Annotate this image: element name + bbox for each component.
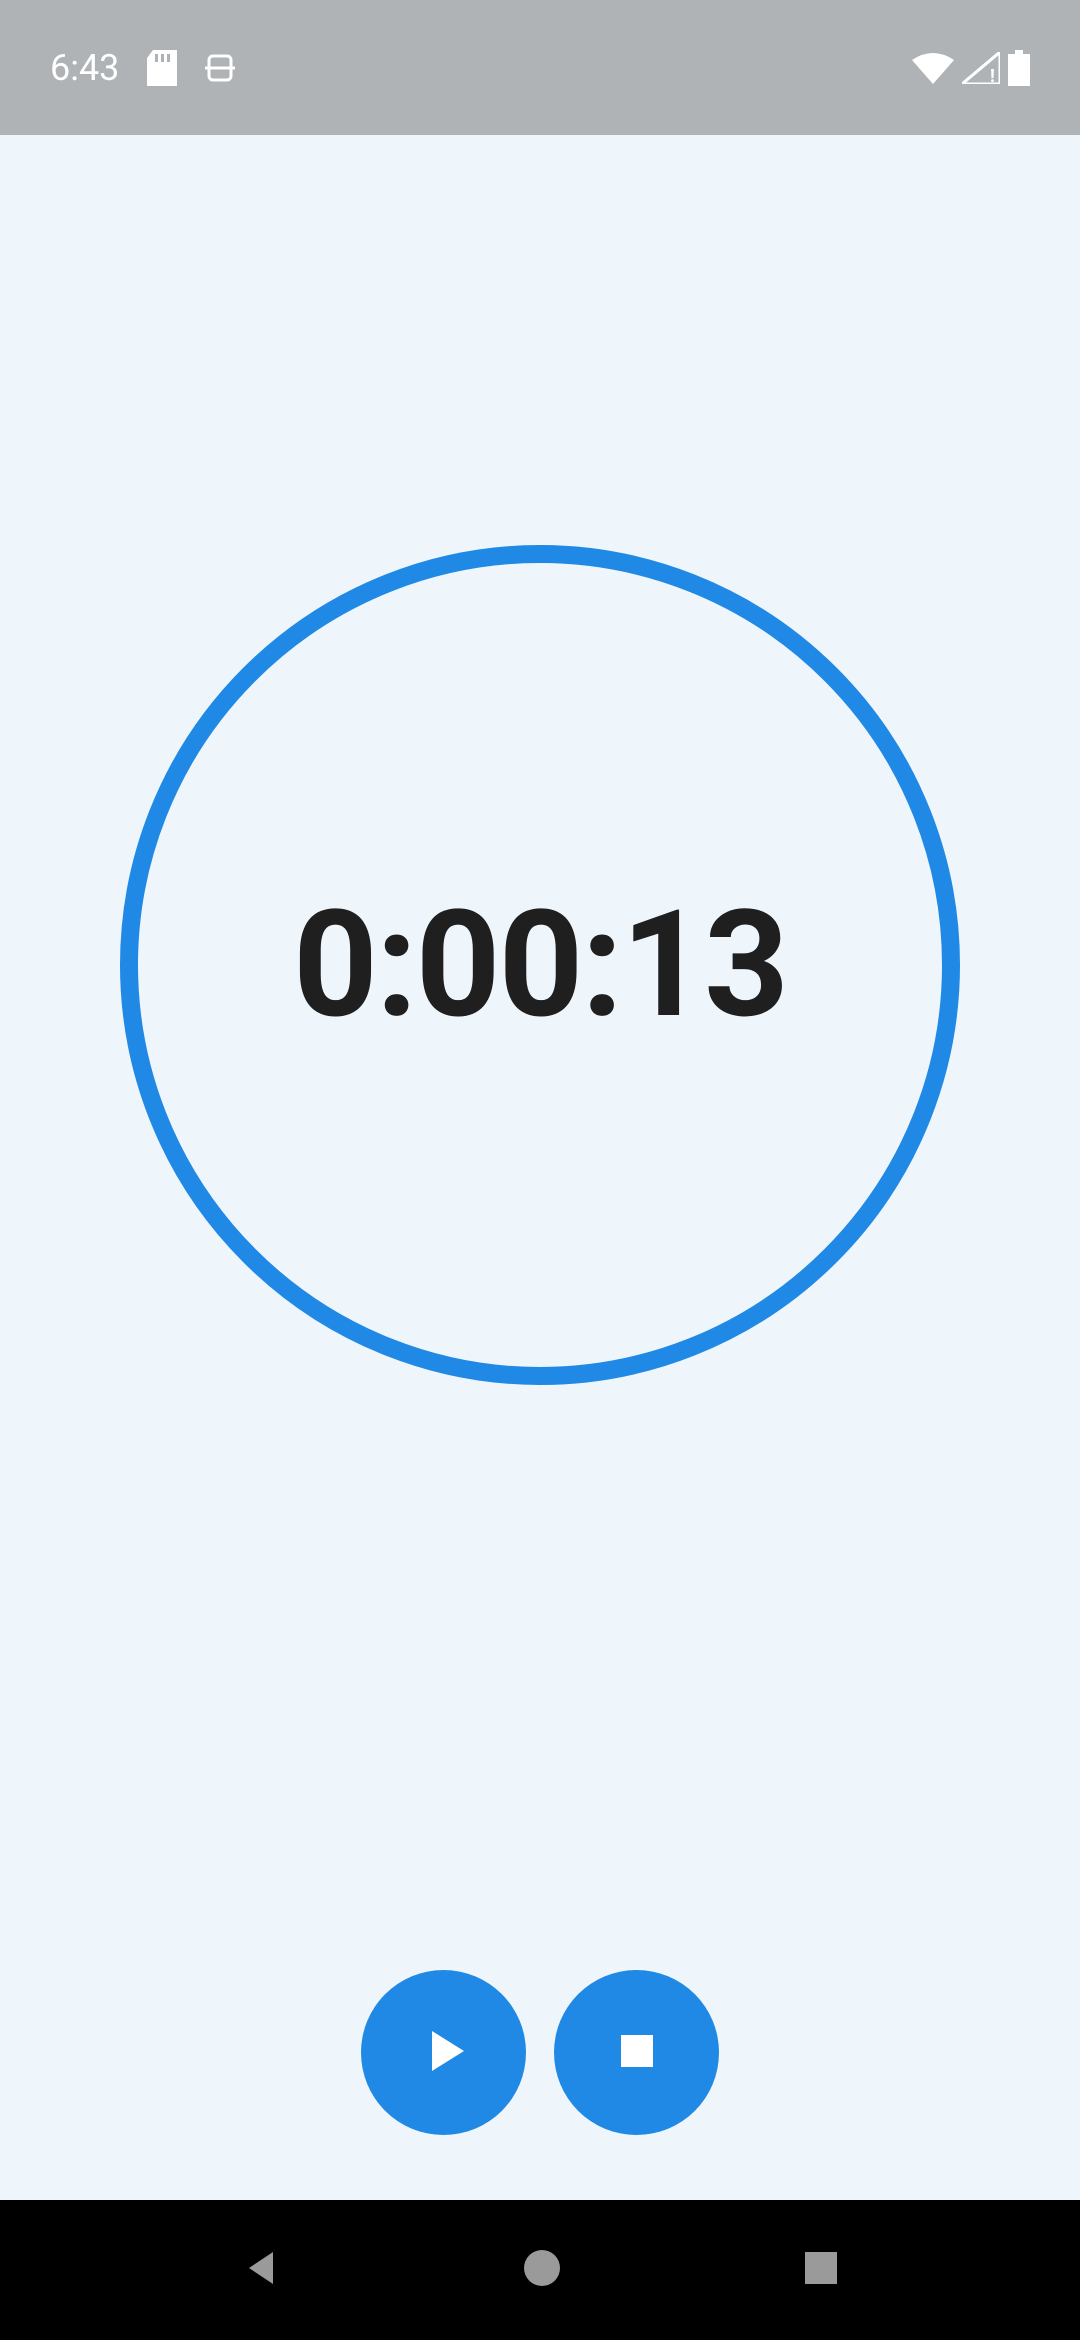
play-button[interactable] (361, 1970, 526, 2135)
stop-button[interactable] (554, 1970, 719, 2135)
navigation-bar (0, 2200, 1080, 2340)
back-icon (239, 2246, 283, 2294)
timer-display: 0:00:13 (293, 879, 787, 1052)
svg-text:!: ! (990, 66, 995, 84)
recent-apps-button[interactable] (801, 2248, 841, 2292)
status-left: 6:43 (50, 47, 235, 89)
battery-icon (1008, 50, 1030, 86)
timer-circle: 0:00:13 (120, 545, 960, 1385)
sd-card-icon (147, 50, 177, 86)
controls-row (361, 1970, 719, 2135)
recent-apps-icon (801, 2248, 841, 2292)
signal-icon: ! (962, 52, 1000, 84)
home-icon (520, 2246, 564, 2294)
back-button[interactable] (239, 2246, 283, 2294)
status-bar: 6:43 ! (0, 0, 1080, 135)
status-time: 6:43 (50, 47, 119, 89)
app-content: 0:00:13 (0, 135, 1080, 2200)
wifi-icon (912, 52, 954, 84)
app-status-icon (205, 50, 235, 86)
play-icon (414, 2021, 474, 2084)
home-button[interactable] (520, 2246, 564, 2294)
status-right: ! (912, 50, 1030, 86)
stop-icon (607, 2021, 667, 2084)
